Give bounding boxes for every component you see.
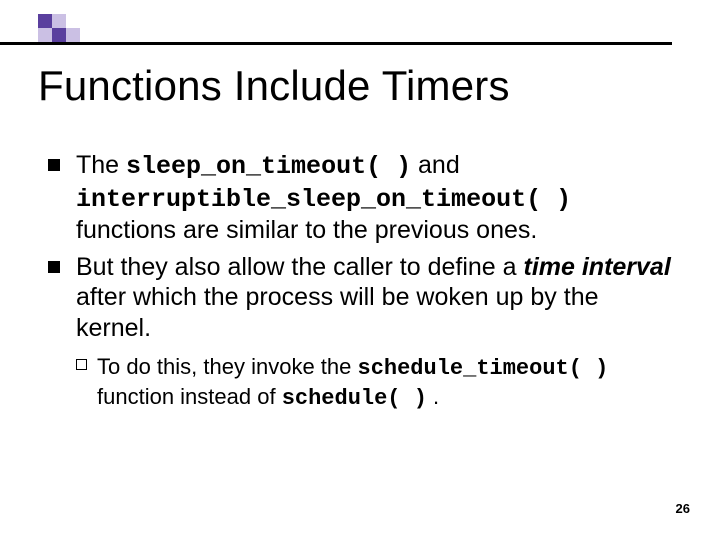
page-number: 26 [676,501,690,516]
emphasis-fragment: time interval [524,253,671,281]
text-fragment: To do this, they invoke the [97,354,358,379]
bullet-open-square-icon [76,359,87,370]
bullet-item: But they also allow the caller to define… [48,252,672,344]
bullet-square-icon [48,159,60,171]
sub-bullet-text: To do this, they invoke the schedule_tim… [97,353,672,412]
header-rule [0,42,672,45]
text-fragment: But they also allow the caller to define… [76,253,524,281]
slide-body: The sleep_on_timeout( ) and interruptibl… [48,150,672,412]
code-fragment: schedule_timeout( ) [358,356,609,381]
text-fragment: functions are similar to the previous on… [76,216,537,244]
corner-decoration [38,14,80,42]
text-fragment: after which the process will be woken up… [76,283,599,342]
slide: Functions Include Timers The sleep_on_ti… [0,0,720,540]
text-fragment: . [427,384,439,409]
code-fragment: interruptible_sleep_on_timeout( ) [76,185,571,214]
code-fragment: sleep_on_timeout( ) [126,152,411,181]
bullet-text: But they also allow the caller to define… [76,252,672,344]
bullet-square-icon [48,261,60,273]
bullet-text: The sleep_on_timeout( ) and interruptibl… [76,150,672,246]
text-fragment: The [76,151,126,179]
text-fragment: function instead of [97,384,282,409]
code-fragment: schedule( ) [282,386,427,411]
sub-bullet-item: To do this, they invoke the schedule_tim… [76,353,672,412]
text-fragment: and [411,151,460,179]
slide-title: Functions Include Timers [38,62,510,110]
bullet-item: The sleep_on_timeout( ) and interruptibl… [48,150,672,246]
